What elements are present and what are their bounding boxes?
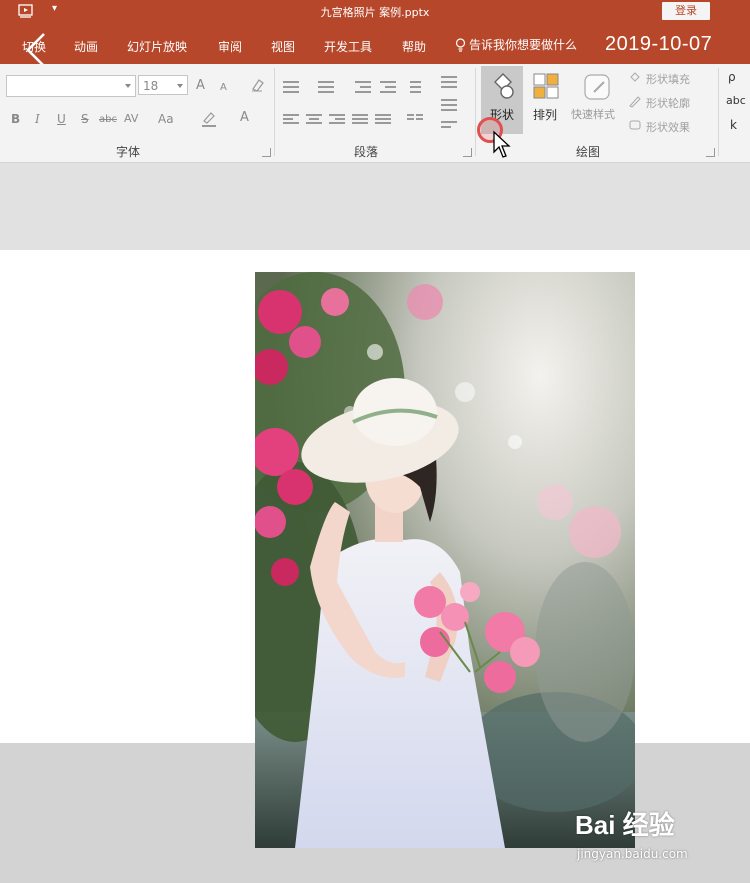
strikethrough-button[interactable]: abc xyxy=(99,113,117,127)
tab-slideshow[interactable]: 幻灯片放映 xyxy=(127,38,187,55)
select-button[interactable]: k xyxy=(730,118,737,132)
smartart-convert-icon[interactable] xyxy=(441,121,457,133)
watermark-logo: Bai 经验 xyxy=(575,810,675,840)
shadow-button[interactable]: S xyxy=(81,112,89,126)
underline-button[interactable]: U xyxy=(57,112,66,126)
align-left-icon[interactable] xyxy=(283,114,299,126)
numbering-icon[interactable] xyxy=(318,81,334,93)
tab-developer[interactable]: 开发工具 xyxy=(324,38,372,55)
tab-view[interactable]: 视图 xyxy=(271,38,295,55)
lightbulb-icon xyxy=(455,38,466,52)
align-right-icon[interactable] xyxy=(329,114,345,126)
distributed-icon[interactable] xyxy=(375,114,391,126)
drawing-group-label: 绘图 xyxy=(576,145,601,159)
font-dialog-launcher[interactable] xyxy=(262,148,271,157)
quick-styles-button[interactable]: 快速样式 xyxy=(571,106,615,122)
arrange-icon[interactable] xyxy=(532,72,562,102)
ribbon-tab-bar: 切换 动画 幻灯片放映 审阅 视图 开发工具 帮助 告诉我你想要做什么 2019… xyxy=(0,24,750,67)
login-button[interactable]: 登录 xyxy=(662,2,710,20)
tab-help[interactable]: 帮助 xyxy=(402,38,426,55)
tab-animations[interactable]: 动画 xyxy=(74,38,98,55)
shapes-icon xyxy=(494,73,514,99)
document-title: 九宫格照片 案例.pptx xyxy=(320,6,430,19)
clear-formatting-icon[interactable] xyxy=(250,77,266,93)
quick-styles-icon[interactable] xyxy=(582,72,614,104)
photo-woman-with-flowers[interactable] xyxy=(255,272,635,848)
columns-icon[interactable] xyxy=(407,114,423,126)
tell-me-search[interactable]: 告诉我你想要做什么 xyxy=(455,36,577,53)
group-divider xyxy=(475,68,476,156)
effects-icon xyxy=(629,120,641,130)
group-divider xyxy=(718,68,719,156)
line-spacing-icon[interactable] xyxy=(405,81,421,93)
font-size-value: 18 xyxy=(143,79,159,93)
paint-bucket-icon xyxy=(630,72,640,82)
group-divider xyxy=(274,68,275,156)
tab-review[interactable]: 审阅 xyxy=(218,38,242,55)
increase-indent-icon[interactable] xyxy=(380,81,396,93)
change-case-button[interactable]: Aa xyxy=(158,112,174,126)
shape-outline-button[interactable]: 形状轮廓 xyxy=(646,95,690,111)
font-size-combobox[interactable]: 18 xyxy=(138,75,188,95)
ribbon: 18 A A B I U S abc AV Aa A 字体 段落 形状 排列 快… xyxy=(0,64,750,163)
text-direction-icon[interactable] xyxy=(441,76,457,88)
justify-icon[interactable] xyxy=(352,114,368,126)
watermark-url: jingyan.baidu.com xyxy=(577,847,688,861)
shrink-font-button[interactable]: A xyxy=(220,81,227,95)
italic-button[interactable]: I xyxy=(35,112,40,126)
pencil-icon xyxy=(629,96,641,108)
shape-effects-button[interactable]: 形状效果 xyxy=(646,119,690,135)
font-group-label: 字体 xyxy=(116,145,141,159)
align-center-icon[interactable] xyxy=(306,114,322,126)
decrease-indent-icon[interactable] xyxy=(355,81,371,93)
tell-me-text: 告诉我你想要做什么 xyxy=(469,38,578,52)
chevron-down-icon xyxy=(125,84,131,88)
find-button[interactable]: ρ xyxy=(728,70,736,84)
paragraph-dialog-launcher[interactable] xyxy=(463,148,472,157)
back-chevron-icon[interactable] xyxy=(20,28,50,68)
align-text-icon[interactable] xyxy=(441,99,457,111)
paragraph-group-label: 段落 xyxy=(354,145,379,159)
arrange-button[interactable]: 排列 xyxy=(533,106,557,123)
title-bar: ▾ 九宫格照片 案例.pptx 登录 xyxy=(0,0,750,24)
chevron-down-icon xyxy=(177,84,183,88)
drawing-dialog-launcher[interactable] xyxy=(706,148,715,157)
character-spacing-button[interactable]: AV xyxy=(124,112,138,126)
mouse-cursor-icon xyxy=(493,130,511,158)
bold-button[interactable]: B xyxy=(11,112,20,126)
font-name-combobox[interactable] xyxy=(6,75,136,97)
workspace-background xyxy=(0,163,750,250)
highlight-pen-icon[interactable] xyxy=(201,110,217,128)
replace-button[interactable]: abc xyxy=(726,94,746,107)
grow-font-button[interactable]: A xyxy=(196,79,205,93)
date-overlay: 2019-10-07 xyxy=(605,33,713,55)
bullets-icon[interactable] xyxy=(283,81,299,93)
shape-fill-button[interactable]: 形状填充 xyxy=(646,71,690,87)
font-color-button[interactable]: A xyxy=(240,111,249,125)
